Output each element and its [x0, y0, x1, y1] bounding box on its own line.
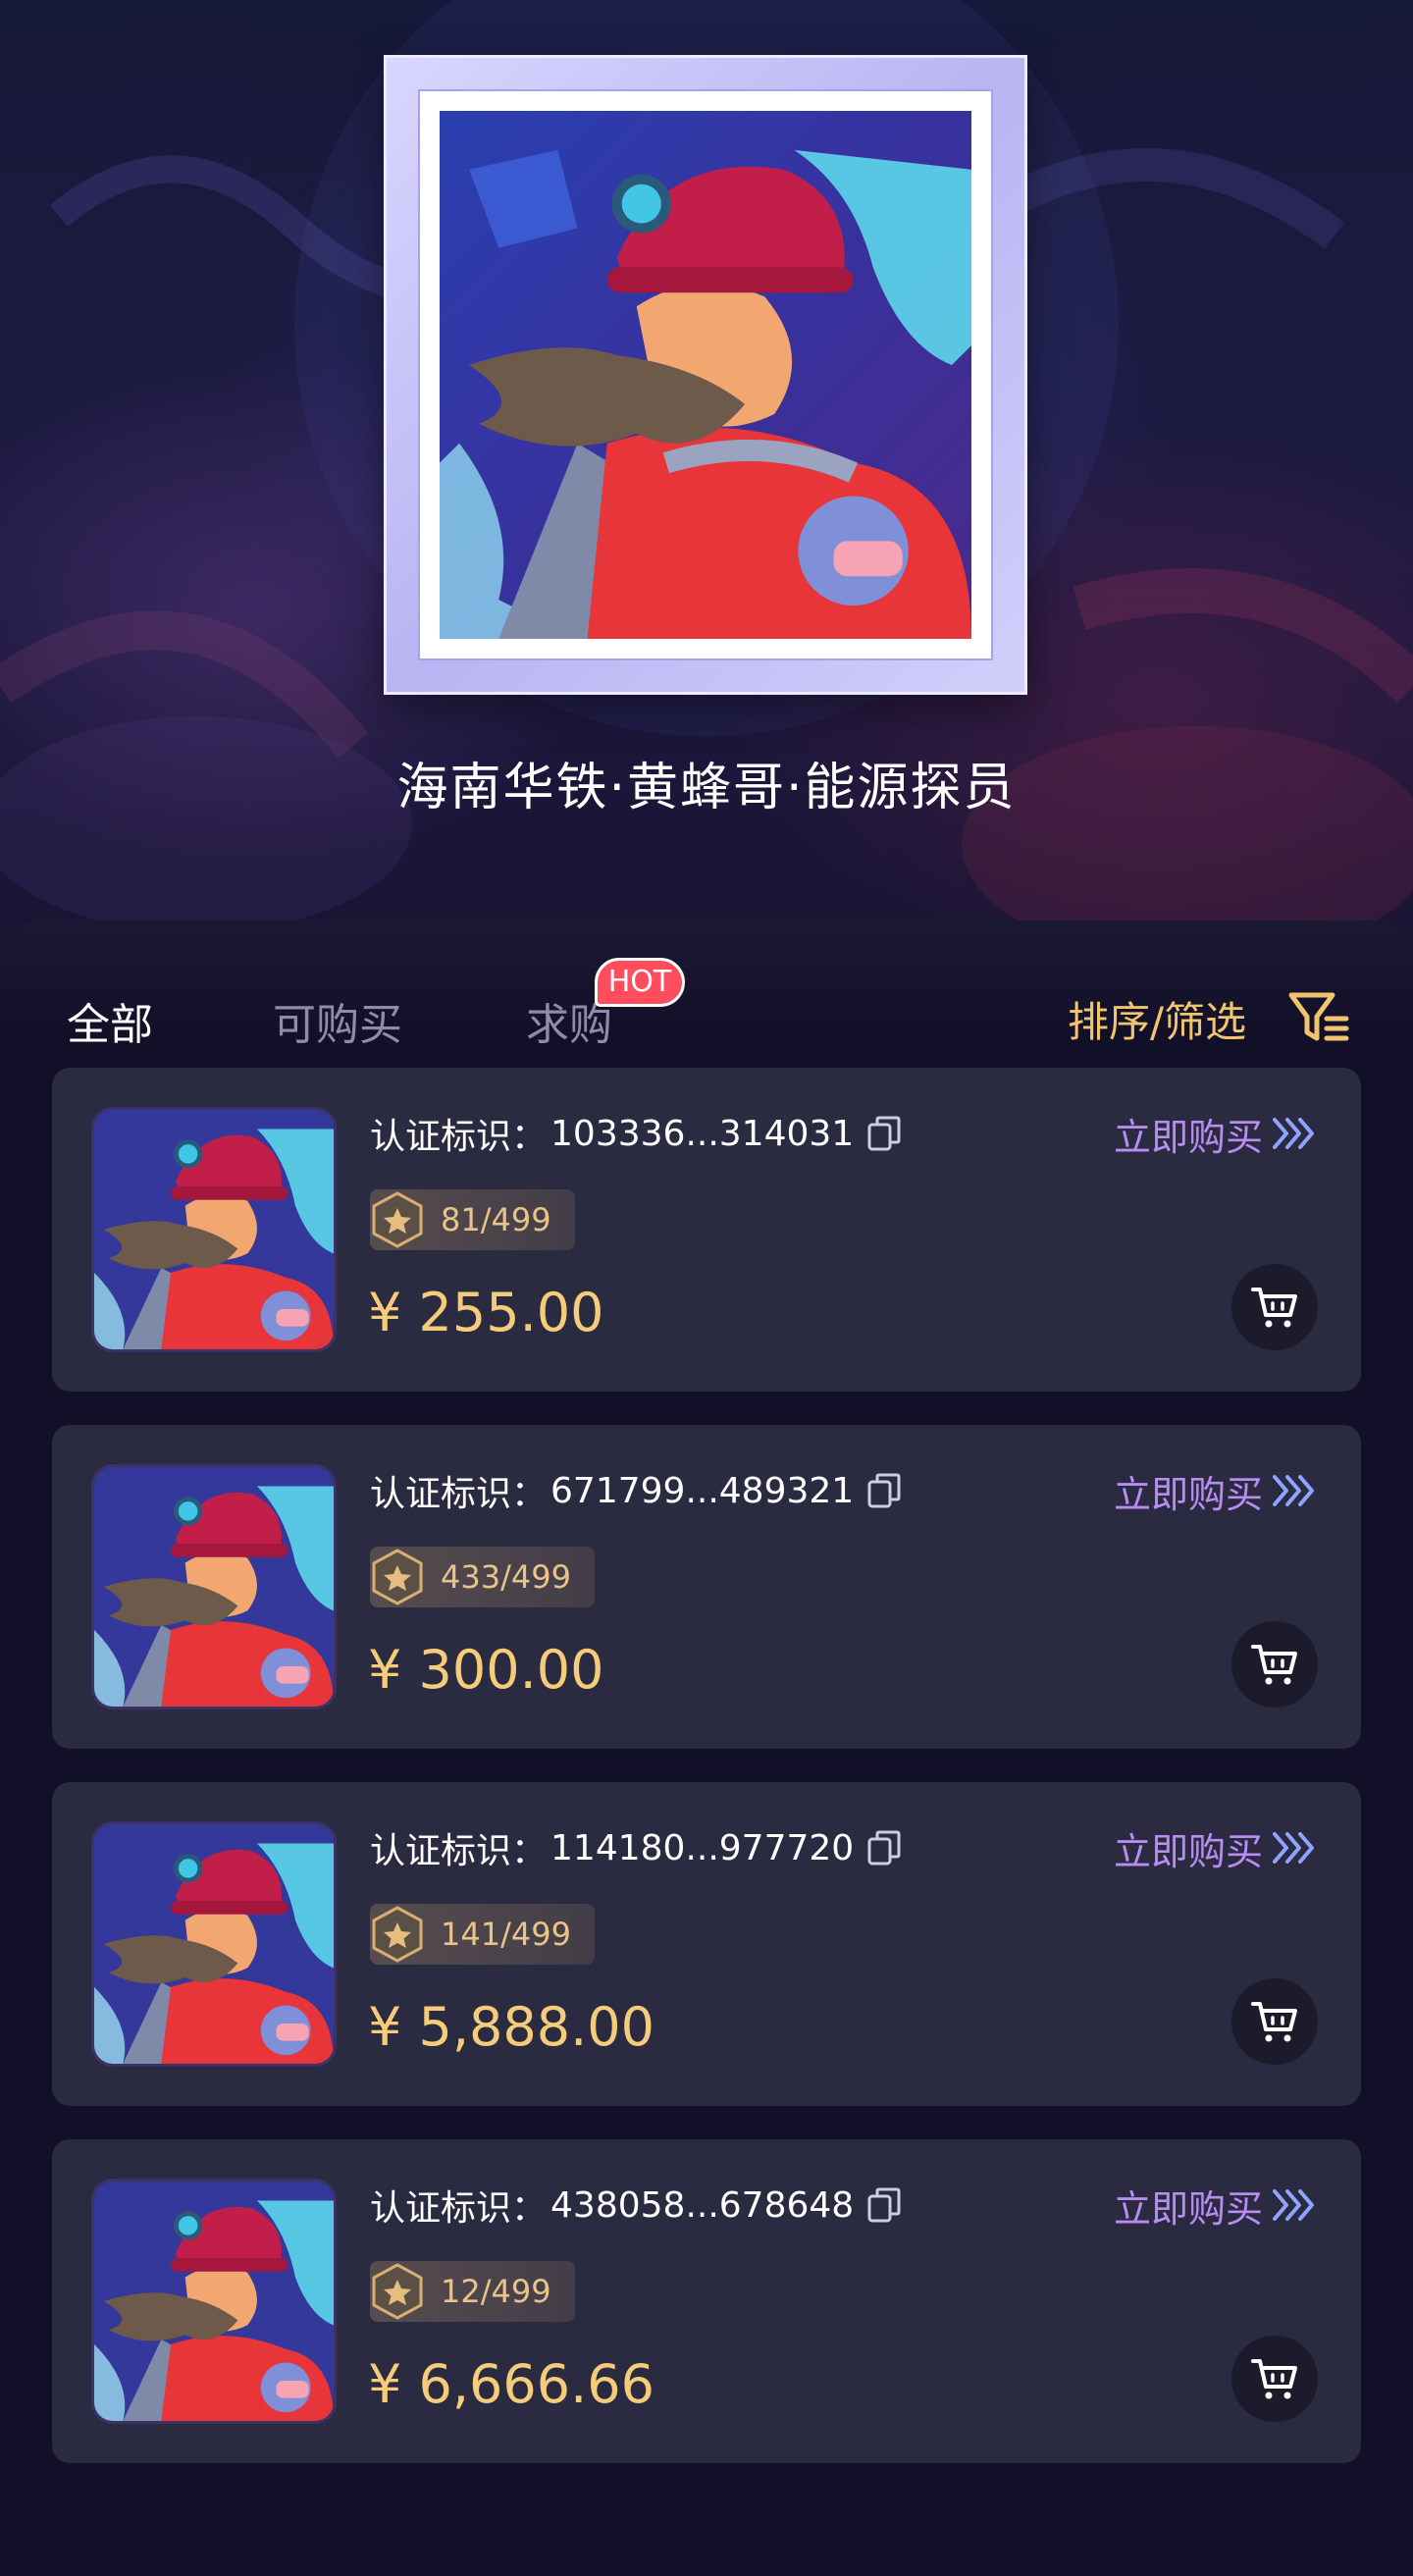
certificate-label: 认证标识： — [370, 1474, 548, 1514]
cart-icon — [1251, 1645, 1297, 1685]
buy-now-button[interactable]: 立即购买 — [1113, 1823, 1318, 1873]
triple-chevron-right-icon — [1273, 1118, 1314, 1149]
star-hexagon-icon — [372, 1191, 423, 1248]
triple-chevron-right-icon — [1273, 1475, 1314, 1506]
buy-now-button[interactable]: 立即购买 — [1113, 2181, 1318, 2231]
copy-icon[interactable] — [865, 1828, 905, 1867]
artwork-frame — [384, 55, 1027, 695]
star-hexagon-icon — [372, 1549, 423, 1605]
hot-badge: HOT — [595, 958, 685, 1007]
tab-bar: 全部 可购买 求购 HOT 排序/筛选 — [0, 920, 1413, 1081]
star-hexagon-icon — [372, 2263, 423, 2320]
listing-card[interactable]: 认证标识： 438058...678648 12/499 ¥ 6,666.66 … — [52, 2139, 1361, 2463]
cart-icon — [1251, 2359, 1297, 2399]
edition-number: 12/499 — [441, 2273, 551, 2310]
copy-icon[interactable] — [865, 2185, 905, 2225]
certificate-label: 认证标识： — [370, 1831, 548, 1871]
certificate-id: 114180...977720 — [550, 1827, 855, 1868]
hero-banner: 海南华铁·黄蜂哥·能源探员 — [0, 0, 1413, 981]
cart-icon — [1251, 1288, 1297, 1328]
listing-card[interactable]: 认证标识： 671799...489321 433/499 ¥ 300.00 立… — [52, 1425, 1361, 1749]
edition-badge: 433/499 — [370, 1547, 595, 1607]
collectible-title: 海南华铁·黄蜂哥·能源探员 — [396, 759, 1017, 817]
certificate-id: 103336...314031 — [550, 1113, 855, 1154]
buy-now-label: 立即购买 — [1113, 1829, 1263, 1873]
add-to-cart-button[interactable] — [1231, 1621, 1318, 1708]
listing-thumbnail[interactable] — [91, 1107, 337, 1352]
listing-card[interactable]: 认证标识： 114180...977720 141/499 ¥ 5,888.00… — [52, 1782, 1361, 2106]
add-to-cart-button[interactable] — [1231, 1978, 1318, 2065]
edition-badge: 12/499 — [370, 2261, 575, 2322]
edition-badge: 81/499 — [370, 1189, 575, 1250]
tab-buyable[interactable]: 可购买 — [273, 989, 402, 1052]
edition-badge: 141/499 — [370, 1904, 595, 1965]
copy-icon[interactable] — [865, 1114, 905, 1153]
listing-thumbnail[interactable] — [91, 1464, 337, 1709]
buy-now-label: 立即购买 — [1113, 1115, 1263, 1159]
certificate-row: 认证标识： 671799...489321 — [370, 1466, 905, 1515]
listing-price: ¥ 5,888.00 — [368, 1996, 654, 2058]
listing-price: ¥ 255.00 — [368, 1282, 604, 1343]
copy-icon[interactable] — [865, 1471, 905, 1510]
buy-now-button[interactable]: 立即购买 — [1113, 1109, 1318, 1159]
sort-filter-button[interactable]: 排序/筛选 — [1068, 989, 1246, 1049]
buy-now-label: 立即购买 — [1113, 2186, 1263, 2231]
certificate-id: 671799...489321 — [550, 1470, 855, 1511]
certificate-row: 认证标识： 114180...977720 — [370, 1823, 905, 1872]
triple-chevron-right-icon — [1273, 1832, 1314, 1864]
edition-number: 433/499 — [441, 1558, 571, 1596]
edition-number: 141/499 — [441, 1916, 571, 1953]
edition-number: 81/499 — [441, 1201, 551, 1238]
add-to-cart-button[interactable] — [1231, 2336, 1318, 2422]
star-hexagon-icon — [372, 1906, 423, 1963]
certificate-label: 认证标识： — [370, 1117, 548, 1157]
certificate-id: 438058...678648 — [550, 2184, 855, 2226]
listing-thumbnail[interactable] — [91, 1821, 337, 2067]
listing-price: ¥ 300.00 — [368, 1639, 604, 1701]
tab-all[interactable]: 全部 — [67, 989, 153, 1052]
certificate-row: 认证标识： 103336...314031 — [370, 1109, 905, 1158]
buy-now-label: 立即购买 — [1113, 1472, 1263, 1516]
buy-now-button[interactable]: 立即购买 — [1113, 1466, 1318, 1516]
listing-thumbnail[interactable] — [91, 2179, 337, 2424]
artwork-mat — [418, 89, 993, 660]
cart-icon — [1251, 2002, 1297, 2042]
artwork-image[interactable] — [440, 111, 971, 639]
page: 海南华铁·黄蜂哥·能源探员 全部 可购买 求购 HOT 排序/筛选 认证标识： … — [0, 0, 1413, 2576]
listing-sheet: 全部 可购买 求购 HOT 排序/筛选 认证标识： 103336...31403… — [0, 920, 1413, 2576]
listing-card[interactable]: 认证标识： 103336...314031 81/499 ¥ 255.00 立即… — [52, 1068, 1361, 1392]
certificate-label: 认证标识： — [370, 2188, 548, 2229]
certificate-row: 认证标识： 438058...678648 — [370, 2181, 905, 2230]
filter-icon[interactable] — [1287, 989, 1352, 1044]
add-to-cart-button[interactable] — [1231, 1264, 1318, 1350]
listing-price: ¥ 6,666.66 — [368, 2353, 654, 2415]
triple-chevron-right-icon — [1273, 2189, 1314, 2221]
